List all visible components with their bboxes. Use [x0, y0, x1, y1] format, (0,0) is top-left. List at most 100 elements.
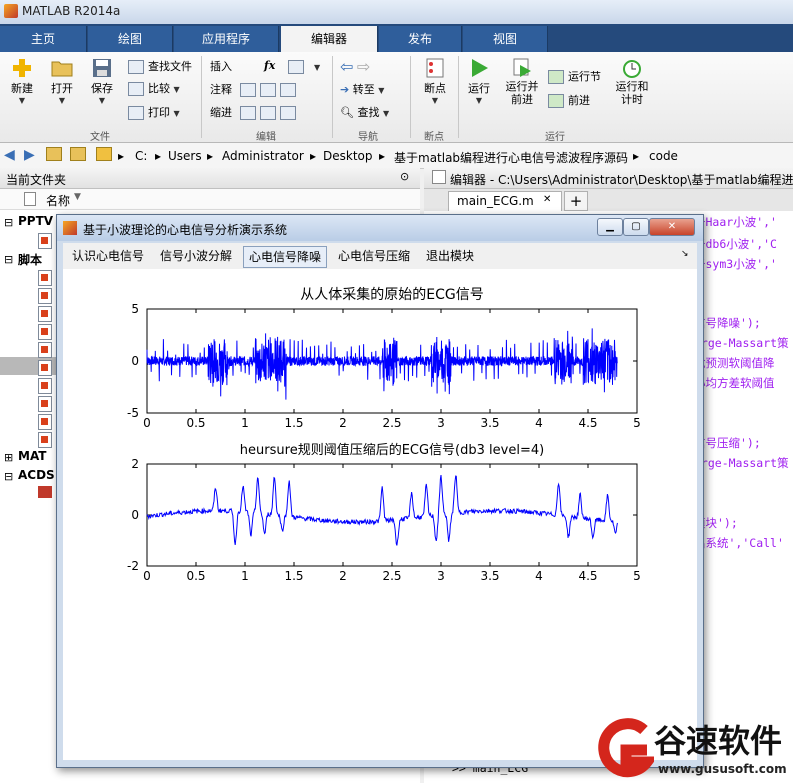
ecg-charts: 从人体采集的原始的ECG信号 0 0.5 1 1.5 2 2.5 3 3.5 4 4.5 5 5 0 -5 h…: [127, 286, 641, 583]
script-file-icon[interactable]: [38, 270, 52, 286]
print-icon: [128, 106, 144, 120]
script-file-icon[interactable]: [38, 414, 52, 430]
tab-view[interactable]: 视图: [463, 26, 548, 52]
advance-button[interactable]: 前进: [548, 92, 590, 110]
print-button[interactable]: 打印 ▼: [128, 104, 180, 122]
insert-dropdown[interactable]: ▼: [314, 58, 320, 76]
tab-editor[interactable]: 编辑器: [281, 26, 378, 52]
script-file-icon[interactable]: [38, 360, 52, 376]
tree-folder-mat[interactable]: MAT: [18, 449, 46, 463]
insert-function-icon[interactable]: [288, 58, 304, 76]
matlab-logo-icon: [4, 4, 18, 18]
script-file-icon[interactable]: [38, 306, 52, 322]
menu-exit-module[interactable]: 退出模块: [421, 246, 479, 266]
x-tick-label: 0.5: [186, 416, 205, 430]
y-tick-label: 5: [131, 302, 139, 316]
expand-icon[interactable]: ⊞: [4, 451, 13, 464]
crumb-administrator[interactable]: Administrator: [222, 149, 304, 163]
crumb-code[interactable]: code: [649, 149, 678, 163]
breakpoints-button[interactable]: 断点 ▼: [416, 58, 454, 105]
find-files-button[interactable]: 查找文件: [128, 58, 192, 76]
crumb-desktop[interactable]: Desktop: [323, 149, 373, 163]
ribbon-toolbar: 新建 ▼ 打开 ▼ 保存 ▼ 查找文件 比较 ▼ 打印 ▼ 文件 插入 注释 缩进 f…: [0, 52, 793, 143]
browse-folder-icon[interactable]: [70, 147, 86, 164]
crumb-users[interactable]: Users: [168, 149, 202, 163]
back-forward-arrows[interactable]: ⇦ ⇨: [340, 58, 370, 76]
menu-ecg-denoise[interactable]: 心电信号降噪: [243, 246, 328, 268]
dialog-titlebar: 基于小波理论的心电信号分析演示系统 ▁ ▢ ✕: [57, 215, 703, 241]
script-file-icon[interactable]: [38, 396, 52, 412]
run-timer-icon: [623, 60, 641, 78]
menu-ecg-compress[interactable]: 心电信号压缩: [333, 246, 415, 266]
close-button[interactable]: ✕: [649, 218, 695, 236]
run-time-button[interactable]: 运行和 计时: [612, 58, 652, 106]
name-column-header[interactable]: 名称 ▼: [0, 189, 420, 210]
menu-wavelet-decompose[interactable]: 信号小波分解: [155, 246, 237, 266]
tab-home[interactable]: 主页: [0, 26, 87, 52]
png-file-icon[interactable]: [38, 486, 52, 498]
editor-tab-main-ecg[interactable]: main_ECG.m ✕: [448, 191, 562, 211]
x-tick-label: 4.5: [578, 416, 597, 430]
collapse-icon[interactable]: ⊟: [4, 216, 13, 229]
tab-apps[interactable]: 应用程序: [174, 26, 279, 52]
fx-icon[interactable]: fx: [264, 57, 275, 75]
collapse-icon[interactable]: ⊟: [4, 253, 13, 266]
folder-open-icon: [51, 61, 73, 77]
brand-url: www.gususoft.com: [658, 762, 787, 776]
maximize-button[interactable]: ▢: [623, 218, 649, 236]
script-file-icon[interactable]: [38, 342, 52, 358]
editor-title: 编辑器 - C:\Users\Administrator\Desktop\基于m…: [450, 173, 793, 187]
script-file-icon[interactable]: [38, 324, 52, 340]
x-tick-label: 5: [633, 416, 641, 430]
tab-plots[interactable]: 绘图: [88, 26, 173, 52]
script-file-icon[interactable]: [38, 378, 52, 394]
insert-button[interactable]: 插入: [210, 58, 232, 76]
indent-icons[interactable]: [240, 104, 300, 122]
gususoft-logo: [598, 718, 654, 778]
run-section-button[interactable]: 运行节: [548, 68, 601, 86]
open-button[interactable]: 打开 ▼: [44, 58, 80, 105]
crumb-drive[interactable]: C:: [135, 149, 147, 163]
comment-button[interactable]: 注释: [210, 81, 232, 99]
forward-arrow-icon[interactable]: ▶: [24, 147, 35, 163]
tree-folder-acds[interactable]: ACDS: [18, 468, 55, 482]
sort-arrow-icon[interactable]: ▼: [74, 192, 81, 202]
y-tick-label: -5: [127, 406, 139, 420]
indent-button[interactable]: 缩进: [210, 104, 232, 122]
new-tab-button[interactable]: +: [564, 191, 588, 211]
menu-know-ecg[interactable]: 认识心电信号: [67, 246, 149, 266]
up-folder-icon[interactable]: [46, 147, 62, 164]
script-file-icon[interactable]: [38, 432, 52, 448]
tab-publish[interactable]: 发布: [379, 26, 462, 52]
panel-options-icon[interactable]: ⊙: [400, 170, 409, 183]
collapse-icon[interactable]: ⊟: [4, 470, 13, 483]
ribbon-tabs: 主页 绘图 应用程序 编辑器 发布 视图: [0, 24, 793, 52]
file-icon[interactable]: [38, 233, 52, 249]
run-advance-button[interactable]: 运行并 前进: [500, 58, 544, 106]
toolbar-arrow-icon[interactable]: ↘: [681, 249, 689, 259]
save-button[interactable]: 保存 ▼: [84, 58, 120, 105]
crumb-project-folder[interactable]: 基于matlab编程进行心电信号滤波程序源码: [394, 149, 628, 166]
gususoft-watermark: 谷速软件 www.gususoft.com: [592, 712, 793, 783]
close-tab-icon[interactable]: ✕: [543, 194, 551, 205]
compare-button[interactable]: 比较 ▼: [128, 80, 180, 98]
goto-button[interactable]: ➔ 转至 ▼: [340, 81, 384, 99]
x-tick-label: 0.5: [186, 569, 205, 583]
script-file-icon[interactable]: [38, 288, 52, 304]
code-line: irge-Massart策: [694, 336, 789, 350]
tree-folder-pptv[interactable]: PPTV: [18, 214, 53, 228]
new-button[interactable]: 新建 ▼: [4, 58, 40, 105]
minimize-button[interactable]: ▁: [597, 218, 623, 236]
code-line: irge-Massart策: [694, 456, 789, 470]
code-line: 优预测软阈值降: [694, 356, 775, 370]
file-icon: [24, 192, 36, 206]
find-button[interactable]: 🔍︎ 查找 ▼: [340, 104, 389, 122]
back-arrow-icon[interactable]: ◀: [4, 147, 15, 163]
run-button[interactable]: 运行 ▼: [462, 58, 496, 105]
group-run-label: 运行: [545, 132, 565, 143]
dialog-figure-area: 从人体采集的原始的ECG信号 0 0.5 1 1.5 2 2.5 3 3.5 4 4.5 5 5 0 -5 h…: [63, 269, 697, 760]
tree-folder-scripts[interactable]: 脚本: [18, 251, 42, 268]
y-tick-label: 2: [131, 457, 139, 471]
run-advance-icon: [513, 58, 531, 77]
comment-icons[interactable]: [240, 81, 300, 99]
